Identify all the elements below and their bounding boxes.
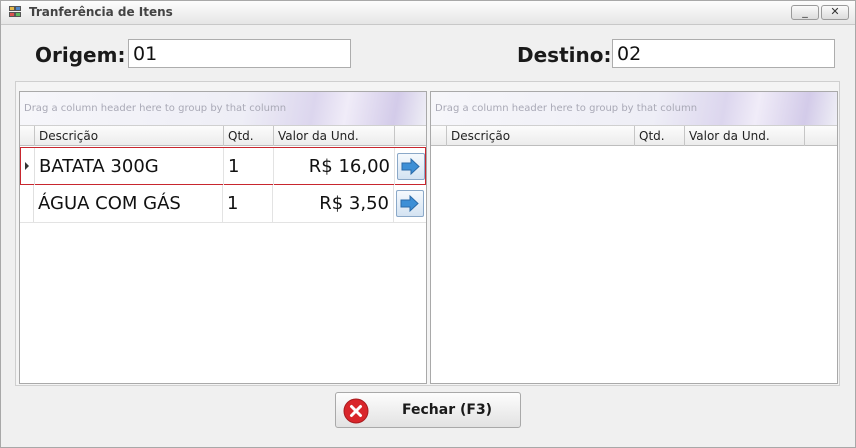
destination-input[interactable] (612, 39, 835, 68)
move-item-button[interactable] (396, 190, 424, 217)
origin-label: Origem: (35, 43, 126, 67)
move-item-button[interactable] (397, 153, 425, 180)
indicator-header (431, 126, 447, 146)
cell-qtd: 1 (223, 185, 273, 222)
close-button-label: Fechar (F3) (402, 402, 493, 418)
close-circle-icon (343, 398, 369, 424)
arrow-right-icon (400, 194, 419, 213)
column-header-descricao[interactable]: Descrição (447, 126, 635, 146)
cell-qtd: 1 (224, 148, 274, 185)
column-header-descricao[interactable]: Descrição (35, 126, 224, 146)
cell-valor: R$ 3,50 (273, 185, 394, 222)
cell-valor: R$ 16,00 (274, 148, 395, 185)
column-header-valor[interactable]: Valor da Und. (274, 126, 395, 146)
column-header-qtd[interactable]: Qtd. (635, 126, 685, 146)
cell-descricao: BATATA 300G (35, 148, 224, 185)
grid-header: Descrição Qtd. Valor da Und. (20, 126, 426, 146)
column-header-qtd[interactable]: Qtd. (224, 126, 274, 146)
close-window-button[interactable]: ✕ (821, 5, 849, 20)
window-title: Tranferência de Itens (29, 5, 173, 19)
row-indicator-icon (25, 162, 29, 170)
close-button[interactable]: Fechar (F3) (335, 392, 521, 428)
origin-input[interactable] (128, 39, 351, 68)
group-by-panel[interactable]: Drag a column header here to group by th… (20, 92, 426, 126)
arrow-right-icon (401, 157, 420, 176)
app-icon (9, 6, 23, 19)
table-row[interactable]: ÁGUA COM GÁS 1 R$ 3,50 (20, 185, 426, 223)
transfer-window: Tranferência de Itens _ ✕ Origem: Destin… (0, 0, 856, 448)
group-by-panel[interactable]: Drag a column header here to group by th… (431, 92, 837, 126)
cell-descricao: ÁGUA COM GÁS (34, 185, 223, 222)
table-row[interactable]: BATATA 300G 1 R$ 16,00 (20, 147, 426, 185)
source-items-grid[interactable]: Drag a column header here to group by th… (19, 91, 427, 384)
column-header-valor[interactable]: Valor da Und. (685, 126, 805, 146)
destination-items-grid[interactable]: Drag a column header here to group by th… (430, 91, 838, 384)
grid-header: Descrição Qtd. Valor da Und. (431, 126, 837, 146)
indicator-header (20, 126, 35, 146)
destination-label: Destino: (517, 43, 612, 67)
title-bar: Tranferência de Itens _ ✕ (1, 1, 855, 25)
minimize-button[interactable]: _ (791, 5, 819, 20)
